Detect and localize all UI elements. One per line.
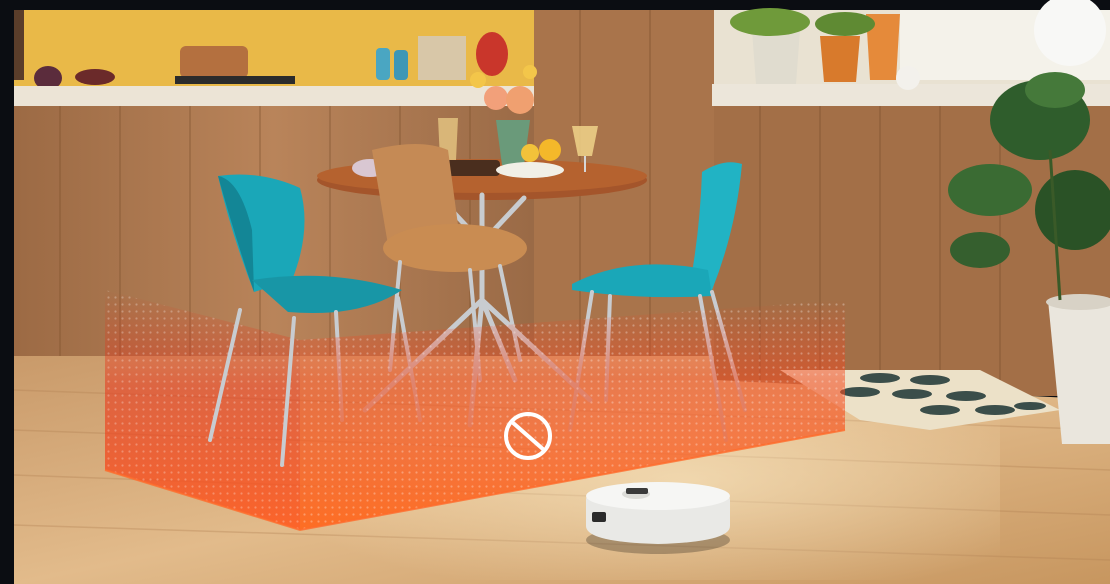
product-photo xyxy=(0,0,1110,584)
scene-svg xyxy=(0,0,1110,584)
robot-vacuum xyxy=(586,482,730,554)
counter-top xyxy=(14,86,544,106)
